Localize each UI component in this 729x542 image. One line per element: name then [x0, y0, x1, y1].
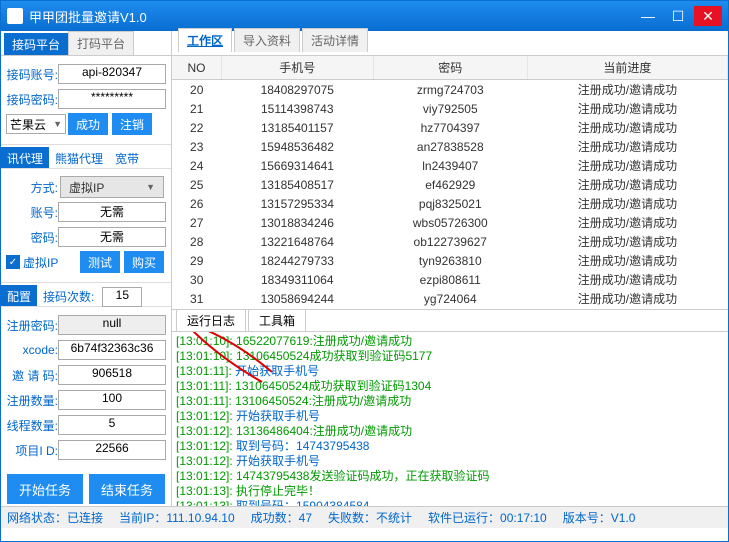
log-line: [13:01:10]: 13106450524成功获取到验证码5177 [176, 349, 724, 364]
buy-button[interactable]: 购买 [124, 251, 164, 273]
log-tab-run[interactable]: 运行日志 [176, 309, 246, 331]
regpass-input[interactable]: null [58, 315, 166, 335]
status-time: 软件已运行：00:17:10 [428, 509, 547, 526]
chevron-down-icon: ▼ [146, 182, 155, 192]
status-fail: 失败数：不统计 [328, 509, 412, 526]
proxy-user-input[interactable]: 无需 [58, 202, 166, 222]
virtual-ip-checkbox[interactable]: ✓ [6, 255, 20, 269]
log-line: [13:01:11]: 13106450524成功获取到验证码1304 [176, 379, 724, 394]
log-line: [13:01:12]: 开始获取手机号 [176, 454, 724, 469]
xcode-label: xcode: [6, 343, 58, 357]
table-row[interactable]: 3018349311064ezpi808611注册成功/邀请成功 [172, 270, 728, 289]
end-task-button[interactable]: 结束任务 [89, 474, 165, 504]
account-user-label: 接码账号: [6, 66, 58, 83]
app-icon [7, 8, 23, 24]
log-line: [13:01:12]: 13136486404:注册成功/邀请成功 [176, 424, 724, 439]
invite-input[interactable]: 906518 [58, 365, 166, 385]
log-line: [13:01:13]: 执行停止完毕！ [176, 484, 724, 499]
account-pass-input[interactable]: ********* [58, 89, 166, 109]
test-button[interactable]: 测试 [80, 251, 120, 273]
minimize-button[interactable]: — [634, 6, 662, 26]
status-net: 网络状态：已连接 [7, 509, 103, 526]
log-line: [13:01:11]: 13106450524:注册成功/邀请成功 [176, 394, 724, 409]
chevron-down-icon: ▼ [53, 119, 62, 129]
table-row[interactable]: 2018408297075zrmg724703注册成功/邀请成功 [172, 80, 728, 100]
log-line: [13:01:12]: 取到号码：14743795438 [176, 439, 724, 454]
log-output[interactable]: [13:01:10]: 16522077619:注册成功/邀请成功[13:01:… [172, 332, 728, 506]
proxy-tab-broadband[interactable]: 宽带 [109, 147, 145, 168]
table-row[interactable]: 2713018834246wbs05726300注册成功/邀请成功 [172, 213, 728, 232]
thread-label: 线程数量: [6, 417, 58, 434]
log-line: [13:01:12]: 14743795438发送验证码成功，正在获取验证码 [176, 469, 724, 484]
table-row[interactable]: 2415669314641ln2439407注册成功/邀请成功 [172, 156, 728, 175]
table-header[interactable]: 密码 [373, 56, 527, 80]
account-user-input[interactable]: api-820347 [58, 64, 166, 84]
table-header[interactable]: NO [172, 56, 221, 80]
maximize-button[interactable]: ☐ [664, 6, 692, 26]
count-input[interactable]: 15 [102, 287, 142, 307]
provider-select[interactable]: 芒果云▼ [6, 114, 66, 134]
regnum-input[interactable]: 100 [58, 390, 166, 410]
titlebar: 甲甲团批量邀请V1.0 — ☐ ✕ [1, 1, 728, 31]
xcode-input[interactable]: 6b74f32363c36 [58, 340, 166, 360]
left-tab-dama[interactable]: 打码平台 [68, 31, 134, 55]
regnum-label: 注册数量: [6, 392, 58, 409]
status-ok: 成功数：47 [251, 509, 312, 526]
regpass-label: 注册密码: [6, 317, 58, 334]
table-row[interactable]: 2613157295334pqj8325021注册成功/邀请成功 [172, 194, 728, 213]
proxy-mode-label: 方式: [6, 179, 58, 196]
table-header[interactable]: 当前进度 [527, 56, 727, 80]
log-line: [13:01:10]: 16522077619:注册成功/邀请成功 [176, 334, 724, 349]
table-row[interactable]: 3113058694244yg724064注册成功/邀请成功 [172, 289, 728, 308]
config-header: 配置 [1, 285, 37, 306]
status-ver: 版本号：V1.0 [563, 509, 636, 526]
proxy-user-label: 账号: [6, 204, 58, 221]
left-tab-jiema[interactable]: 接码平台 [4, 33, 68, 55]
proxy-pass-input[interactable]: 无需 [58, 227, 166, 247]
close-button[interactable]: ✕ [694, 6, 722, 26]
table-row[interactable]: 2213185401157hz7704397注册成功/邀请成功 [172, 118, 728, 137]
project-input[interactable]: 22566 [58, 440, 166, 460]
proxy-pass-label: 密码: [6, 229, 58, 246]
tab-workspace[interactable]: 工作区 [178, 28, 232, 52]
proxy-tab-panda[interactable]: 熊猫代理 [49, 147, 109, 168]
login-button[interactable]: 成功 [68, 113, 108, 135]
window-title: 甲甲团批量邀请V1.0 [29, 7, 634, 26]
virtual-ip-label: 虚拟IP [23, 254, 58, 271]
status-ip: 当前IP：111.10.94.10 [119, 509, 235, 526]
table-row[interactable]: 2115114398743viy792505注册成功/邀请成功 [172, 99, 728, 118]
table-header[interactable]: 手机号 [221, 56, 373, 80]
count-label: 接码次数: [37, 285, 100, 306]
table-row[interactable]: 2813221648764ob122739627注册成功/邀请成功 [172, 232, 728, 251]
table-row[interactable]: 2315948536482an27838528注册成功/邀请成功 [172, 137, 728, 156]
log-line: [13:01:11]: 开始获取手机号 [176, 364, 724, 379]
thread-input[interactable]: 5 [58, 415, 166, 435]
proxy-tab-xun[interactable]: 讯代理 [1, 147, 49, 168]
account-pass-label: 接码密码: [6, 91, 58, 108]
project-label: 项目I D: [6, 442, 58, 459]
invite-label: 邀 请 码: [6, 367, 58, 384]
log-tab-tools[interactable]: 工具箱 [248, 309, 306, 331]
start-task-button[interactable]: 开始任务 [7, 474, 83, 504]
proxy-mode-select[interactable]: 虚拟IP▼ [60, 176, 164, 198]
logout-button[interactable]: 注销 [112, 113, 152, 135]
table-row[interactable]: 2513185408517ef462929注册成功/邀请成功 [172, 175, 728, 194]
data-table: NO手机号密码当前进度 2018408297075zrmg724703注册成功/… [172, 56, 728, 310]
tab-activity[interactable]: 活动详情 [302, 28, 368, 52]
tab-import[interactable]: 导入资料 [234, 28, 300, 52]
log-line: [13:01:13]: 取到号码：15904384584 [176, 499, 724, 506]
table-row[interactable]: 2918244279733tyn9263810注册成功/邀请成功 [172, 251, 728, 270]
log-line: [13:01:12]: 开始获取手机号 [176, 409, 724, 424]
